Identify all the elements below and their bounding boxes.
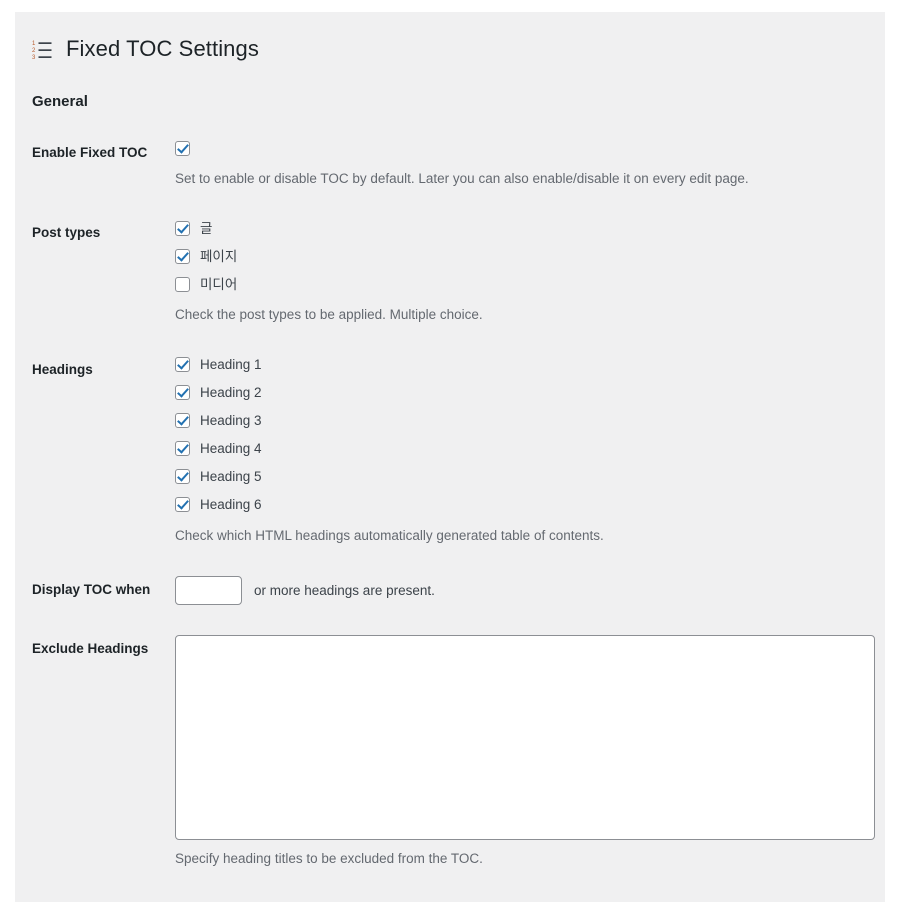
enable-fixed-toc-checkbox-row[interactable] [175,139,875,157]
heading-option-2[interactable]: Heading 2 [175,384,875,402]
heading-label-1: Heading 1 [200,356,262,372]
post-type-checkbox-pages[interactable] [175,248,190,264]
display-toc-when-input[interactable] [175,575,242,605]
row-post-types: Post types 글 페이지 미디어 Check the post type [15,204,885,340]
ordered-list-icon: 1 2 3 [32,39,54,61]
page-title-row: 1 2 3 Fixed TOC Settings [15,12,885,68]
label-headings: Headings [32,361,93,377]
label-display-toc-when: Display TOC when [32,581,151,597]
heading-checkbox-3[interactable] [175,413,190,428]
heading-checkbox-5[interactable] [175,469,190,484]
row-headings: Headings Heading 1 Heading 2 Heading 3 H… [15,341,885,561]
heading-checkbox-2[interactable] [175,385,190,400]
settings-form-table: Enable Fixed TOC Set to enable or disabl… [15,124,885,884]
post-type-label-posts: 글 [200,220,213,236]
post-type-checkbox-media[interactable] [175,276,190,292]
heading-checkbox-1[interactable] [175,357,190,372]
row-exclude-headings: Exclude Headings Specify heading titles … [15,620,885,884]
heading-option-1[interactable]: Heading 1 [175,356,875,374]
post-type-checkbox-posts[interactable] [175,220,190,236]
svg-text:2: 2 [32,48,36,54]
post-type-option-posts[interactable]: 글 [175,219,875,237]
heading-label-5: Heading 5 [200,468,262,484]
enable-fixed-toc-checkbox[interactable] [175,140,190,156]
post-types-description: Check the post types to be applied. Mult… [175,307,483,323]
post-type-option-pages[interactable]: 페이지 [175,247,875,265]
headings-description: Check which HTML headings automatically … [175,527,604,543]
post-type-label-media: 미디어 [200,276,238,292]
field-enable-fixed-toc: Set to enable or disable TOC by default.… [175,124,885,204]
row-enable-fixed-toc: Enable Fixed TOC Set to enable or disabl… [15,124,885,204]
heading-option-3[interactable]: Heading 3 [175,412,875,430]
display-toc-when-suffix: or more headings are present. [254,582,435,598]
enable-fixed-toc-description: Set to enable or disable TOC by default.… [175,171,749,186]
heading-checkbox-6[interactable] [175,497,190,512]
post-type-option-media[interactable]: 미디어 [175,275,875,293]
exclude-headings-description: Specify heading titles to be excluded fr… [175,850,483,866]
heading-label-3: Heading 3 [200,412,262,428]
section-heading-general: General [32,93,88,110]
display-toc-when-row: or more headings are present. [175,575,875,605]
heading-label-6: Heading 6 [200,496,262,512]
svg-text:1: 1 [32,41,36,47]
post-type-label-pages: 페이지 [200,248,238,264]
heading-option-6[interactable]: Heading 6 [175,496,875,514]
field-headings: Heading 1 Heading 2 Heading 3 Heading 4 [175,341,885,561]
field-exclude-headings: Specify heading titles to be excluded fr… [175,620,885,884]
row-display-toc-when: Display TOC when or more headings are pr… [15,561,885,620]
label-exclude-headings: Exclude Headings [32,640,149,656]
heading-label-4: Heading 4 [200,440,262,456]
heading-option-4[interactable]: Heading 4 [175,440,875,458]
label-enable-fixed-toc: Enable Fixed TOC [32,145,148,160]
exclude-headings-textarea[interactable] [175,634,875,840]
settings-page: 1 2 3 Fixed TOC Settings General Enable … [15,12,885,902]
heading-option-5[interactable]: Heading 5 [175,468,875,486]
heading-checkbox-4[interactable] [175,441,190,456]
heading-label-2: Heading 2 [200,384,262,400]
page-title: Fixed TOC Settings [66,35,259,61]
field-display-toc-when: or more headings are present. [175,561,885,620]
svg-text:3: 3 [32,55,36,61]
field-post-types: 글 페이지 미디어 Check the post types to be app… [175,204,885,340]
label-post-types: Post types [32,225,101,241]
